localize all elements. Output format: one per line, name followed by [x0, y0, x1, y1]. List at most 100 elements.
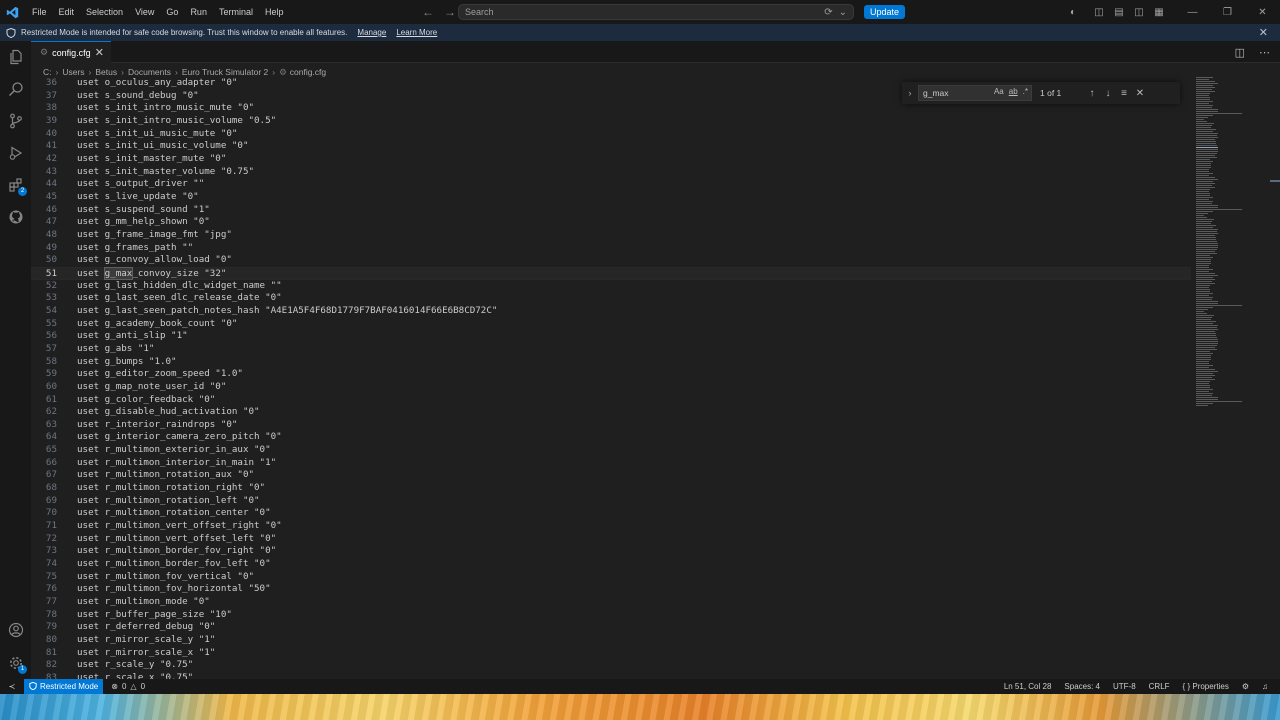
- code-line[interactable]: 66 uset r_multimon_interior_in_main "1": [31, 457, 1191, 470]
- breadcrumb-item[interactable]: Betus: [95, 67, 117, 77]
- previous-match-arrow-icon[interactable]: ↑: [1084, 88, 1100, 99]
- menu-help[interactable]: Help: [259, 0, 290, 24]
- code-line[interactable]: 38 uset s_init_intro_music_mute "0": [31, 102, 1191, 115]
- match-case-toggle[interactable]: Aa: [994, 87, 1004, 96]
- code-line[interactable]: 67 uset r_multimon_rotation_aux "0": [31, 469, 1191, 482]
- code-line[interactable]: 59 uset g_editor_zoom_speed "1.0": [31, 368, 1191, 381]
- code-line[interactable]: 75 uset r_multimon_fov_vertical "0": [31, 571, 1191, 584]
- code-line[interactable]: 49 uset g_frames_path "": [31, 242, 1191, 255]
- code-line[interactable]: 50 uset g_convoy_allow_load "0": [31, 254, 1191, 267]
- breadcrumb-item[interactable]: Documents: [128, 67, 171, 77]
- code-line[interactable]: 47 uset g_mm_help_shown "0": [31, 216, 1191, 229]
- code-line[interactable]: 65 uset r_multimon_exterior_in_aux "0": [31, 444, 1191, 457]
- code-line[interactable]: 83 uset r_scale_x "0.75": [31, 672, 1191, 679]
- more-actions-icon[interactable]: ⋯: [1259, 46, 1270, 59]
- language-mode[interactable]: { } Properties: [1183, 682, 1229, 691]
- code-line[interactable]: 54 uset g_last_seen_patch_notes_hash "A4E…: [31, 305, 1191, 318]
- toggle-panel-icon[interactable]: ▤: [1109, 0, 1129, 24]
- manage-link[interactable]: Manage: [357, 28, 386, 37]
- code-line[interactable]: 80 uset r_mirror_scale_y "1": [31, 634, 1191, 647]
- code-line[interactable]: 41 uset s_init_ui_music_volume "0": [31, 140, 1191, 153]
- code-line[interactable]: 53 uset g_last_seen_dlc_release_date "0": [31, 292, 1191, 305]
- split-editor-icon[interactable]: ◫: [1235, 46, 1245, 59]
- learn-more-link[interactable]: Learn More: [396, 28, 437, 37]
- remote-indicator-icon[interactable]: ≺: [0, 679, 24, 694]
- find-input[interactable]: g_max Aa ab .*: [918, 85, 1032, 101]
- restore-icon[interactable]: ❐: [1210, 0, 1245, 24]
- minimize-icon[interactable]: —: [1175, 0, 1210, 24]
- code-line[interactable]: 72 uset r_multimon_vert_offset_left "0": [31, 533, 1191, 546]
- menu-run[interactable]: Run: [184, 0, 213, 24]
- code-line[interactable]: 63 uset r_interior_raindrops "0": [31, 419, 1191, 432]
- code-line[interactable]: 61 uset g_color_feedback "0": [31, 394, 1191, 407]
- code-line[interactable]: 60 uset g_map_note_user_id "0": [31, 381, 1191, 394]
- code-line[interactable]: 71 uset r_multimon_vert_offset_right "0": [31, 520, 1191, 533]
- github-icon[interactable]: [0, 201, 31, 233]
- code-editor[interactable]: 36 uset o_oculus_any_adapter "0" 37 uset s_…: [31, 77, 1280, 679]
- close-tab-icon[interactable]: ✕: [95, 46, 104, 59]
- minimap[interactable]: [1196, 77, 1256, 417]
- back-arrow-icon[interactable]: ←: [422, 5, 434, 19]
- menu-file[interactable]: File: [26, 0, 53, 24]
- vertical-scroll-indicator[interactable]: [1270, 180, 1280, 182]
- code-line[interactable]: 42 uset s_init_master_mute "0": [31, 153, 1191, 166]
- code-line[interactable]: 79 uset r_deferred_debug "0": [31, 621, 1191, 634]
- accounts-icon[interactable]: [0, 614, 31, 646]
- code-line[interactable]: 39 uset s_init_intro_music_volume "0.5": [31, 115, 1191, 128]
- run-and-debug-icon[interactable]: [0, 137, 31, 169]
- toggle-primary-sidebar-icon[interactable]: ◫: [1089, 0, 1109, 24]
- breadcrumb-item[interactable]: Users: [62, 67, 84, 77]
- breadcrumb-item[interactable]: C:: [43, 67, 52, 77]
- command-center-search[interactable]: Search ⟳ ⌄: [458, 4, 854, 20]
- update-button[interactable]: Update: [864, 5, 906, 19]
- code-line[interactable]: 62 uset g_disable_hud_activation "0": [31, 406, 1191, 419]
- code-line[interactable]: 77 uset r_multimon_mode "0": [31, 596, 1191, 609]
- code-line[interactable]: 51 uset g_max_convoy_size "32": [31, 266, 1191, 280]
- code-line[interactable]: 52 uset g_last_hidden_dlc_widget_name "": [31, 280, 1191, 293]
- chevron-down-icon[interactable]: ⌄: [839, 7, 847, 18]
- code-line[interactable]: 68 uset r_multimon_rotation_right "0": [31, 482, 1191, 495]
- problems-status[interactable]: ⊗ 0 △ 0: [111, 682, 145, 691]
- source-control-icon[interactable]: [0, 105, 31, 137]
- code-line[interactable]: 44 uset s_output_driver "": [31, 178, 1191, 191]
- indentation[interactable]: Spaces: 4: [1064, 682, 1100, 691]
- code-line[interactable]: 69 uset r_multimon_rotation_left "0": [31, 495, 1191, 508]
- accounts-shield-icon[interactable]: ◐: [1063, 0, 1083, 24]
- encoding[interactable]: UTF-8: [1113, 682, 1136, 691]
- cursor-position[interactable]: Ln 51, Col 28: [1004, 682, 1052, 691]
- customize-layout-icon[interactable]: ▦: [1149, 0, 1169, 24]
- code-line[interactable]: 48 uset g_frame_image_fmt "jpg": [31, 229, 1191, 242]
- find-in-selection-icon[interactable]: ≡: [1116, 88, 1132, 99]
- code-line[interactable]: 70 uset r_multimon_rotation_center "0": [31, 507, 1191, 520]
- code-line[interactable]: 78 uset r_buffer_page_size "10": [31, 609, 1191, 622]
- code-line[interactable]: 46 uset s_suspend_sound "1": [31, 204, 1191, 217]
- code-line[interactable]: 55 uset g_academy_book_count "0": [31, 318, 1191, 331]
- menu-selection[interactable]: Selection: [80, 0, 129, 24]
- menu-terminal[interactable]: Terminal: [213, 0, 259, 24]
- match-whole-word-toggle[interactable]: ab: [1009, 87, 1018, 96]
- breadcrumb-file[interactable]: config.cfg: [290, 67, 326, 77]
- next-match-arrow-icon[interactable]: ↓: [1100, 88, 1116, 99]
- restricted-mode-status[interactable]: Restricted Mode: [24, 679, 104, 694]
- menu-go[interactable]: Go: [160, 0, 184, 24]
- toggle-replace-chevron-icon[interactable]: ›: [902, 88, 918, 98]
- code-line[interactable]: 81 uset r_mirror_scale_x "1": [31, 647, 1191, 660]
- menu-view[interactable]: View: [129, 0, 160, 24]
- end-of-line[interactable]: CRLF: [1149, 682, 1170, 691]
- notifications-bell-icon[interactable]: ♫: [1262, 682, 1268, 691]
- use-regex-toggle[interactable]: .*: [1023, 87, 1028, 96]
- code-line[interactable]: 73 uset r_multimon_border_fov_right "0": [31, 545, 1191, 558]
- copilot-status-icon[interactable]: ⚙: [1242, 682, 1249, 691]
- code-line[interactable]: 40 uset s_init_ui_music_mute "0": [31, 128, 1191, 141]
- breadcrumb-item[interactable]: Euro Truck Simulator 2: [182, 67, 268, 77]
- code-line[interactable]: 45 uset s_live_update "0": [31, 191, 1191, 204]
- close-find-icon[interactable]: ✕: [1132, 88, 1148, 99]
- code-line[interactable]: 57 uset g_abs "1": [31, 343, 1191, 356]
- tab-config-cfg[interactable]: ⚙ config.cfg ✕: [31, 41, 111, 63]
- search-icon[interactable]: [0, 73, 31, 105]
- menu-edit[interactable]: Edit: [53, 0, 81, 24]
- extensions-icon[interactable]: 2: [0, 169, 31, 201]
- code-line[interactable]: 56 uset g_anti_slip "1": [31, 330, 1191, 343]
- code-line[interactable]: 74 uset r_multimon_border_fov_left "0": [31, 558, 1191, 571]
- toggle-secondary-sidebar-icon[interactable]: ◫: [1129, 0, 1149, 24]
